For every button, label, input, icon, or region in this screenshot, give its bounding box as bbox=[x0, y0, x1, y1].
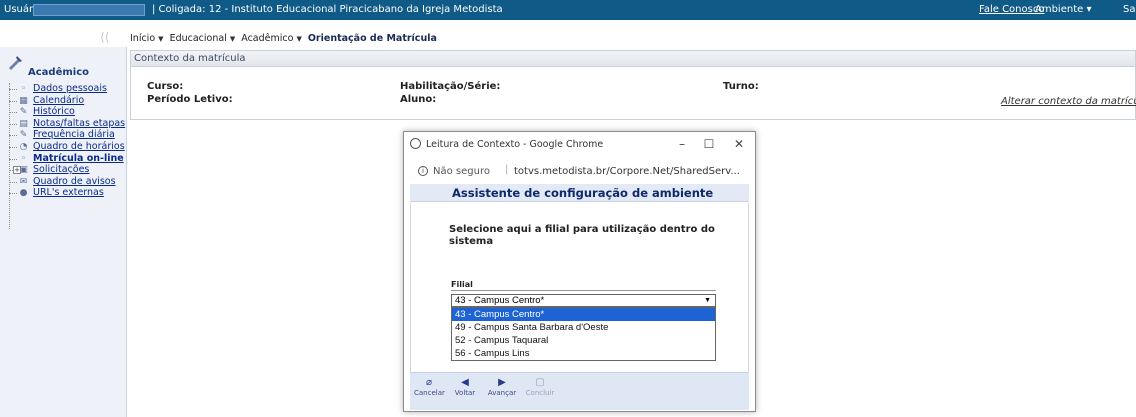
maximize-icon[interactable]: ☐ bbox=[701, 136, 717, 152]
grades-icon: ▤ bbox=[19, 118, 28, 129]
alterar-contexto-link[interactable]: Alterar contexto da matrícula bbox=[1001, 96, 1136, 107]
tree-connector bbox=[9, 193, 17, 195]
back-arrow-icon: ◀ bbox=[461, 377, 469, 388]
breadcrumb-separator-icon: ▼ bbox=[296, 35, 302, 43]
requests-icon: ▣ bbox=[19, 165, 28, 176]
tree-connector bbox=[9, 112, 17, 114]
sidebar-item-label[interactable]: Frequência diária bbox=[33, 129, 115, 140]
sidebar-item-label[interactable]: URL's externas bbox=[33, 187, 104, 198]
tree-connector bbox=[9, 123, 17, 125]
voltar-button[interactable]: ◀ Voltar bbox=[450, 377, 480, 397]
attendance-icon: ✎ bbox=[19, 130, 28, 141]
popup-title: Leitura de Contexto - Google Chrome bbox=[426, 139, 604, 150]
sidebar-item-label[interactable]: Notas/faltas etapas bbox=[33, 118, 125, 129]
cancelar-button[interactable]: ⌀ Cancelar bbox=[414, 377, 445, 397]
calendar-icon: ▦ bbox=[19, 95, 28, 106]
tree-connector bbox=[9, 147, 17, 148]
history-icon: ✎ bbox=[19, 107, 28, 118]
breadcrumb-inicio[interactable]: Início bbox=[130, 33, 155, 44]
breadcrumb-academico[interactable]: Acadêmico bbox=[241, 33, 293, 44]
cancel-icon: ⌀ bbox=[425, 377, 433, 388]
address-bar[interactable]: i Não seguro | totvs.metodista.br/Corpor… bbox=[404, 162, 755, 182]
sidebar-item-label[interactable]: Histórico bbox=[33, 106, 75, 117]
globe-icon: ● bbox=[19, 188, 28, 199]
filial-option[interactable]: 49 - Campus Santa Barbara d'Oeste bbox=[452, 321, 715, 334]
periodo-label: Período Letivo: bbox=[147, 94, 233, 105]
sidebar-item-label[interactable]: Matrícula on-line bbox=[33, 153, 124, 164]
clock-icon: ◔ bbox=[19, 142, 28, 152]
tree-connector bbox=[9, 135, 17, 137]
breadcrumb-current: Orientação de Matrícula bbox=[307, 33, 437, 44]
cancelar-label: Cancelar bbox=[414, 389, 445, 397]
voltar-label: Voltar bbox=[454, 389, 476, 397]
breadcrumb: Início ▼ Educacional ▼ Acadêmico ▼ Orientaç… bbox=[130, 33, 437, 44]
popup-titlebar: Leitura de Contexto - Google Chrome – ☐ … bbox=[404, 132, 755, 156]
person-icon: ◦ bbox=[20, 84, 27, 94]
curso-label: Curso: bbox=[147, 81, 184, 92]
wizard-banner: Assistente de configuração de ambiente bbox=[410, 184, 749, 202]
url-text[interactable]: totvs.metodista.br/Corpore.Net/SharedSer… bbox=[514, 166, 740, 177]
enroll-icon: ◦ bbox=[20, 153, 27, 164]
habilitacao-label: Habilitação/Série: bbox=[400, 81, 501, 92]
ambiente-menu[interactable]: Ambiente ▾ bbox=[1035, 4, 1091, 15]
dropdown-arrow-icon[interactable]: ▼ bbox=[704, 295, 711, 306]
filial-option[interactable]: 52 - Campus Taquaral bbox=[452, 334, 715, 347]
notices-icon: ✉ bbox=[19, 176, 28, 187]
turno-label: Turno: bbox=[723, 81, 759, 92]
finish-icon: ▢ bbox=[535, 377, 545, 388]
context-popup-window: Leitura de Contexto - Google Chrome – ☐ … bbox=[403, 131, 756, 412]
filial-option[interactable]: 43 - Campus Centro* bbox=[452, 308, 715, 321]
avancar-label: Avançar bbox=[487, 389, 517, 397]
sidebar-item-label[interactable]: Solicitações bbox=[33, 164, 89, 175]
concluir-label: Concluir bbox=[525, 389, 555, 397]
sair-link[interactable]: Sa bbox=[1123, 4, 1135, 15]
aluno-label: Aluno: bbox=[400, 94, 437, 105]
filial-label: Filial bbox=[451, 280, 473, 289]
top-bar: Usuário: | Coligada: 12 - Instituto Educ… bbox=[0, 0, 1136, 20]
sidebar-header: Acadêmico bbox=[6, 54, 126, 78]
filial-selected-value: 43 - Campus Centro* bbox=[455, 295, 545, 306]
filial-option[interactable]: 56 - Campus Lins bbox=[452, 347, 715, 360]
info-icon[interactable]: i bbox=[418, 166, 428, 176]
context-header: Contexto da matrícula bbox=[131, 51, 1135, 67]
coligada-info: | Coligada: 12 - Instituto Educacional P… bbox=[152, 4, 503, 15]
breadcrumb-educacional[interactable]: Educacional bbox=[170, 33, 227, 44]
sidebar-item-label[interactable]: Calendário bbox=[33, 95, 84, 106]
address-divider: | bbox=[505, 164, 509, 175]
tree-line bbox=[9, 83, 10, 229]
sidebar-title: Acadêmico bbox=[28, 67, 90, 78]
breadcrumb-separator-icon: ▼ bbox=[229, 35, 236, 43]
breadcrumb-separator-icon: ▼ bbox=[158, 35, 164, 43]
chrome-icon bbox=[410, 138, 421, 149]
tree-connector bbox=[9, 100, 17, 102]
wizard-body: Selecione aqui a filial para utilização … bbox=[410, 203, 749, 372]
collapse-sidebar-icon[interactable]: ⟨⟨ bbox=[100, 30, 109, 44]
close-icon[interactable]: ✕ bbox=[731, 136, 747, 152]
sidebar-item-label[interactable]: Dados pessoais bbox=[33, 83, 107, 94]
filial-select[interactable]: 43 - Campus Centro* ▼ bbox=[451, 294, 716, 307]
user-name-field bbox=[33, 4, 145, 16]
wizard-instruction: Selecione aqui a filial para utilização … bbox=[449, 224, 715, 247]
sidebar: Acadêmico ◦ Dados pessoais ▦ Calendário ✎ His… bbox=[0, 47, 127, 417]
context-panel: Contexto da matrícula Curso: Período Let… bbox=[130, 50, 1136, 120]
tree-connector bbox=[9, 89, 17, 90]
tree-connector bbox=[9, 181, 17, 183]
filial-divider bbox=[451, 290, 716, 291]
forward-arrow-icon: ▶ bbox=[498, 377, 506, 388]
sidebar-item-label[interactable]: Quadro de avisos bbox=[33, 176, 116, 187]
concluir-button[interactable]: ▢ Concluir bbox=[525, 377, 555, 397]
sidebar-item-label[interactable]: Quadro de horários bbox=[33, 141, 125, 152]
avancar-button[interactable]: ▶ Avançar bbox=[487, 377, 517, 397]
wizard-footer: ⌀ Cancelar ◀ Voltar ▶ Avançar ▢ Concluir bbox=[410, 372, 749, 410]
filial-options-list: 43 - Campus Centro* 49 - Campus Santa Ba… bbox=[451, 307, 716, 361]
insecure-label: Não seguro bbox=[433, 166, 490, 177]
academic-tools-icon bbox=[9, 56, 22, 70]
minimize-icon[interactable]: – bbox=[674, 136, 690, 152]
tree-connector bbox=[9, 158, 17, 160]
